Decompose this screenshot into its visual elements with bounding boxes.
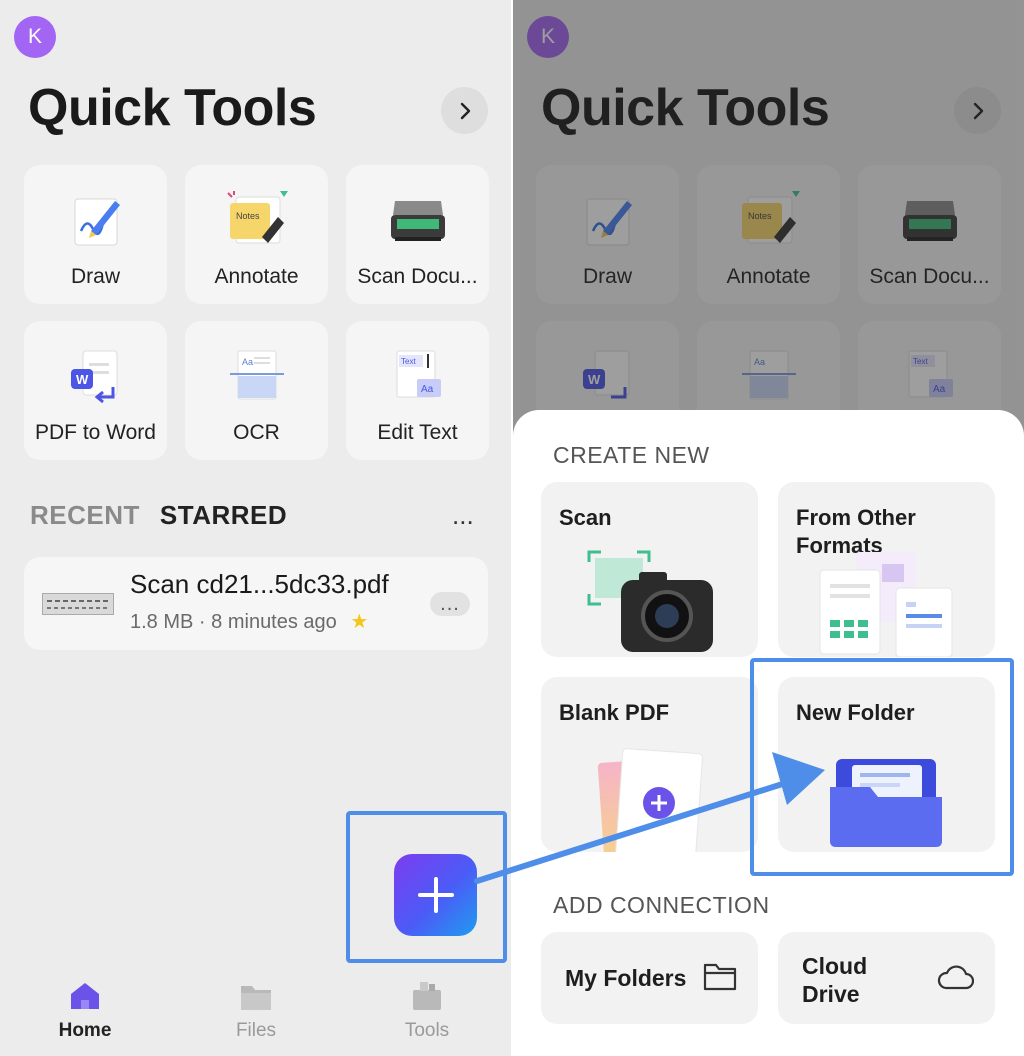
svg-text:Notes: Notes xyxy=(236,211,260,221)
section-title-add-connection: ADD CONNECTION xyxy=(553,892,770,918)
connection-cloud-drive[interactable]: Cloud Drive xyxy=(778,932,995,1024)
cloud-icon xyxy=(937,965,975,990)
tool-label: Annotate xyxy=(214,265,299,288)
documents-icon xyxy=(819,552,953,657)
nav-home[interactable]: Home xyxy=(35,960,135,1042)
folder-outline-icon xyxy=(703,963,737,991)
card-label: Scan xyxy=(559,505,612,530)
tool-pdf-to-word[interactable]: W PDF to Word xyxy=(24,321,167,460)
svg-text:Aa: Aa xyxy=(242,357,253,367)
more-options-button[interactable]: ... xyxy=(452,500,474,531)
create-scan-card[interactable]: Scan xyxy=(541,482,758,657)
chevron-right-icon xyxy=(460,102,470,119)
nav-tools[interactable]: Tools xyxy=(377,960,477,1042)
create-new-sheet: CREATE NEW Scan From Other Formats Blank… xyxy=(513,410,1024,1056)
tool-draw[interactable]: Draw xyxy=(24,165,167,304)
fab-highlight-box xyxy=(346,811,507,963)
recent-tabs: RECENT STARRED xyxy=(30,500,287,531)
connection-label-line: Cloud xyxy=(802,953,868,979)
star-icon: ★ xyxy=(350,611,369,633)
tool-annotate[interactable]: Notes Annotate xyxy=(185,165,328,304)
bottom-nav: Home Files Tools xyxy=(0,960,512,1056)
svg-text:Aa: Aa xyxy=(421,384,434,395)
tool-scan-document[interactable]: Scan Docu... xyxy=(346,165,489,304)
folder-icon xyxy=(241,986,271,1010)
card-label: Blank PDF xyxy=(559,700,670,725)
tool-label: Draw xyxy=(70,265,120,288)
create-new-screen: K Quick Tools Draw Notes Annotate Scan D… xyxy=(513,0,1024,1056)
create-from-other-formats-card[interactable]: From Other Formats xyxy=(778,482,995,657)
nav-files[interactable]: Files xyxy=(206,960,306,1042)
tab-recent[interactable]: RECENT xyxy=(30,500,140,530)
file-thumbnail xyxy=(42,593,114,615)
new-folder-highlight-box xyxy=(750,658,1014,876)
section-title-create-new: CREATE NEW xyxy=(553,442,710,468)
tool-label: PDF to Word xyxy=(35,421,156,444)
file-name: Scan cd21...5dc33.pdf xyxy=(130,569,389,599)
edit-text-icon: Text Aa xyxy=(396,350,441,398)
pdf-to-word-icon: W xyxy=(70,350,117,404)
svg-text:Text: Text xyxy=(401,357,416,366)
avatar[interactable]: K xyxy=(14,16,56,58)
tool-label: Scan Docu... xyxy=(357,265,478,288)
nav-label: Home xyxy=(58,1020,112,1041)
file-meta: 1.8 MB · 8 minutes ago ★ xyxy=(130,609,368,634)
connection-label: Cloud Drive xyxy=(802,952,867,1008)
svg-text:W: W xyxy=(76,372,89,387)
blank-pdf-icon xyxy=(597,748,703,852)
file-size: 1.8 MB xyxy=(130,611,194,633)
file-time: 8 minutes ago xyxy=(211,611,337,633)
toolbox-icon xyxy=(413,982,441,1010)
scanner-icon xyxy=(390,201,445,241)
annotate-icon: Notes xyxy=(226,191,288,244)
file-more-button[interactable]: ... xyxy=(430,592,470,616)
page-title: Quick Tools xyxy=(28,79,317,137)
meta-separator: · xyxy=(198,611,206,633)
nav-label: Files xyxy=(235,1020,277,1041)
card-label-line: From Other xyxy=(796,505,916,530)
camera-icon xyxy=(587,550,713,652)
quick-tools-more-button[interactable] xyxy=(441,87,488,134)
create-blank-pdf-card[interactable]: Blank PDF xyxy=(541,677,758,852)
connection-my-folders[interactable]: My Folders xyxy=(541,932,758,1024)
home-screen: K Quick Tools Draw Notes Annotate Scan D… xyxy=(0,0,512,1056)
tool-label: OCR xyxy=(233,421,280,444)
tool-edit-text[interactable]: Text Aa Edit Text xyxy=(346,321,489,460)
tool-label: Edit Text xyxy=(377,421,458,444)
home-icon xyxy=(71,983,99,1009)
ocr-icon: Aa xyxy=(229,350,284,400)
tool-ocr[interactable]: Aa OCR xyxy=(185,321,328,460)
connection-label-line: Drive xyxy=(802,981,860,1007)
nav-label: Tools xyxy=(404,1020,450,1041)
connection-label: My Folders xyxy=(565,965,687,991)
draw-icon xyxy=(74,198,120,246)
tab-starred[interactable]: STARRED xyxy=(160,500,287,530)
recent-file-item[interactable]: Scan cd21...5dc33.pdf 1.8 MB · 8 minutes… xyxy=(24,557,488,650)
